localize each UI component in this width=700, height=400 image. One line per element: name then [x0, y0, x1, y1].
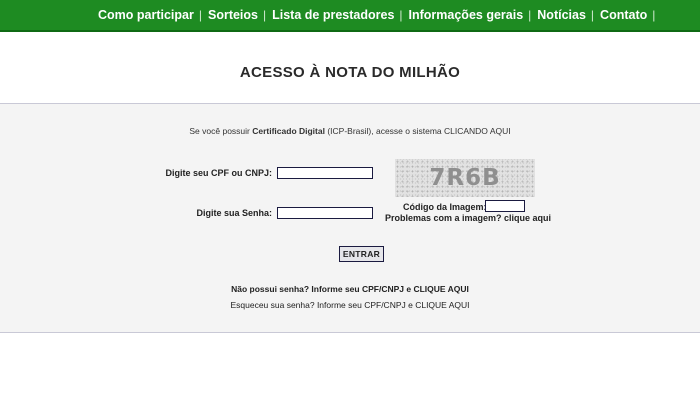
- password-label: Digite sua Senha:: [196, 208, 272, 218]
- captcha-code-label: Código da Imagem:: [403, 202, 487, 212]
- captcha-text: 7R6B: [429, 165, 501, 191]
- login-panel: Se você possuir Certificado Digital (ICP…: [0, 103, 700, 333]
- certificate-notice: Se você possuir Certificado Digital (ICP…: [0, 126, 700, 136]
- top-navigation-bar: Como participar | Sorteios | Lista de pr…: [0, 0, 700, 32]
- certificate-notice-bold: Certificado Digital: [252, 126, 325, 136]
- cpf-cnpj-input[interactable]: [277, 167, 373, 179]
- nav-separator: |: [263, 8, 267, 22]
- nav-separator: |: [399, 8, 403, 22]
- password-input[interactable]: [277, 207, 373, 219]
- enter-button[interactable]: ENTRAR: [339, 246, 384, 262]
- captcha-image: 7R6B: [395, 159, 535, 197]
- nav-noticias[interactable]: Notícias: [537, 8, 586, 22]
- cpf-cnpj-label: Digite seu CPF ou CNPJ:: [165, 168, 272, 178]
- nav-como-participar[interactable]: Como participar: [98, 8, 194, 22]
- captcha-code-input[interactable]: [485, 200, 525, 212]
- nav-separator: |: [590, 8, 595, 22]
- forgot-password-link[interactable]: Esqueceu sua senha? Informe seu CPF/CNPJ…: [0, 300, 700, 310]
- no-password-link[interactable]: Não possui senha? Informe seu CPF/CNPJ e…: [0, 284, 700, 294]
- nav-separator: |: [528, 8, 532, 22]
- certificate-notice-middle: (ICP-Brasil), acesse o sistema: [324, 126, 444, 136]
- nav-separator: |: [198, 8, 202, 22]
- page-title: ACESSO À NOTA DO MILHÃO: [239, 64, 461, 81]
- certificate-notice-prefix: Se você possuir: [189, 126, 253, 136]
- nav-informacoes-gerais[interactable]: Informações gerais: [409, 8, 524, 22]
- nav-sorteios[interactable]: Sorteios: [208, 8, 258, 22]
- nav-separator: |: [652, 8, 656, 22]
- nav-contato[interactable]: Contato: [600, 8, 647, 22]
- captcha-problem-link[interactable]: Problemas com a imagem? clique aqui: [385, 213, 551, 223]
- nav-lista-de-prestadores[interactable]: Lista de prestadores: [272, 8, 394, 22]
- certificate-login-link[interactable]: CLICANDO AQUI: [444, 126, 511, 136]
